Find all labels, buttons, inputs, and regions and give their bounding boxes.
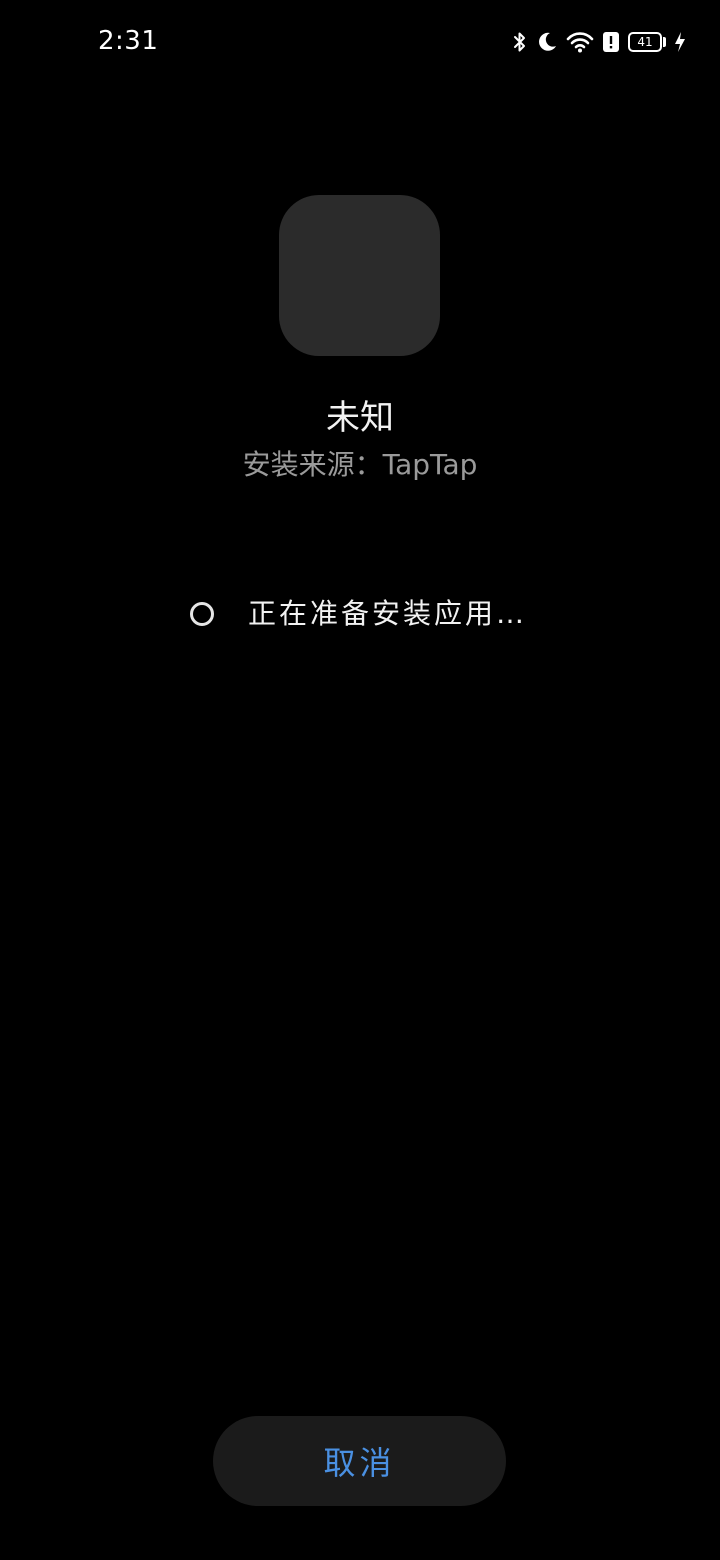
- alert-icon: [602, 31, 620, 53]
- progress-text: 正在准备安装应用…: [248, 597, 528, 630]
- battery-level: 41: [628, 32, 662, 52]
- progress-row: 正在准备安装应用…: [190, 594, 527, 634]
- status-time: 2:31: [98, 26, 159, 56]
- battery-icon: 41: [628, 32, 666, 52]
- charging-icon: [674, 31, 686, 53]
- status-icons: 41: [512, 28, 686, 56]
- cancel-button[interactable]: 取消: [213, 1416, 506, 1506]
- status-bar: 2:31 41: [0, 0, 720, 84]
- moon-icon: [536, 31, 558, 53]
- app-icon-placeholder: [279, 195, 440, 356]
- install-source: 安装来源：TapTap: [242, 448, 478, 481]
- battery-cap: [663, 37, 666, 47]
- app-name: 未知: [326, 398, 394, 438]
- wifi-icon: [566, 31, 594, 53]
- bluetooth-icon: [512, 30, 528, 54]
- loading-spinner-icon: [190, 602, 214, 626]
